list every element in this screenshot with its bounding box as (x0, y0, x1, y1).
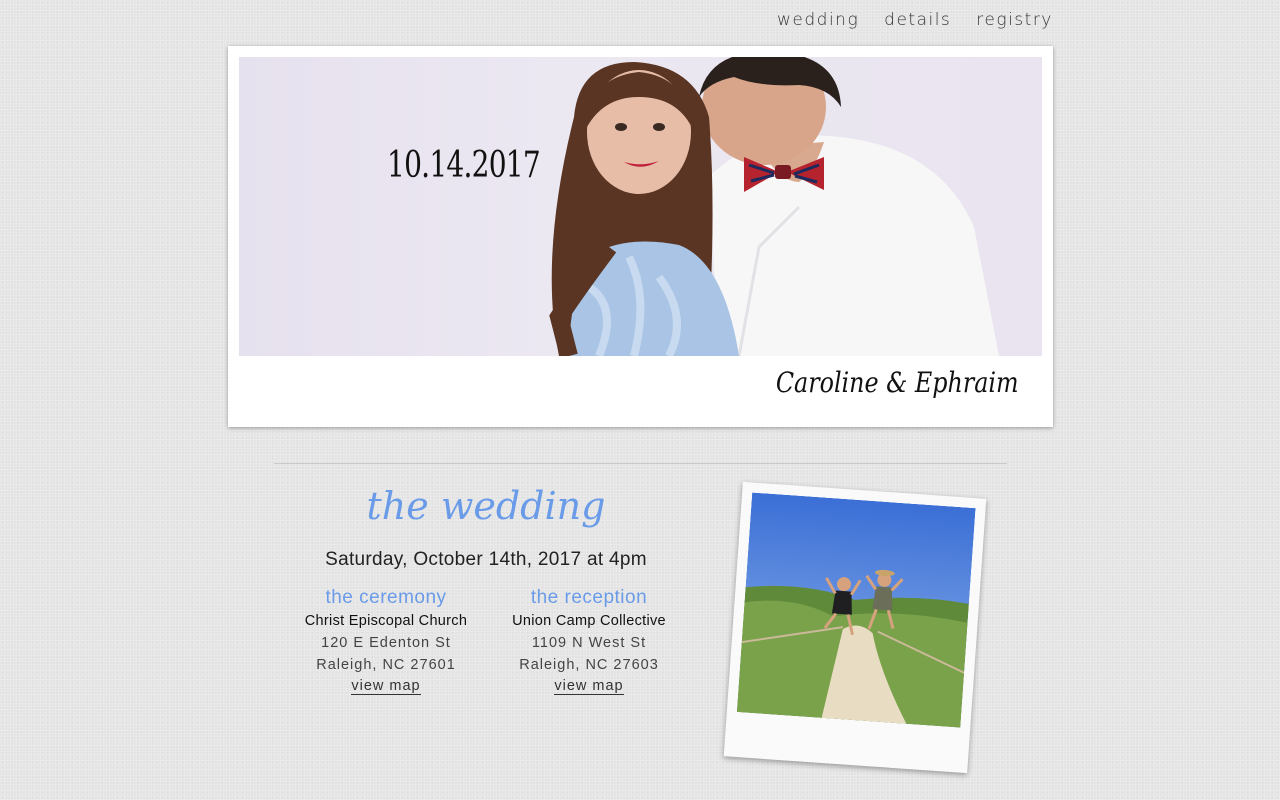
ceremony-column: the ceremony Christ Episcopal Church 120… (286, 587, 486, 695)
reception-view-map-link[interactable]: view map (554, 678, 624, 695)
ceremony-view-map-link[interactable]: view map (351, 678, 421, 695)
ceremony-heading: the ceremony (325, 587, 447, 608)
polaroid-photo (723, 481, 987, 774)
reception-venue: Union Camp Collective (512, 613, 666, 629)
beach-photo (736, 492, 976, 728)
reception-heading: the reception (530, 587, 648, 608)
nav-link-details[interactable]: details (884, 10, 951, 30)
ceremony-city: Raleigh, NC 27601 (316, 657, 456, 673)
section-divider (274, 463, 1007, 464)
top-nav: wedding details registry (777, 10, 1053, 30)
reception-street: 1109 N West St (531, 635, 647, 651)
wedding-section-title: the wedding (366, 484, 606, 528)
couple-names: Caroline & Ephraim (776, 366, 1019, 399)
ceremony-street: 120 E Edenton St (321, 635, 451, 651)
wedding-datetime: Saturday, October 14th, 2017 at 4pm (325, 549, 647, 570)
hero-card: 10.14.2017 Caroline & Ephraim (228, 46, 1053, 427)
ceremony-venue: Christ Episcopal Church (304, 613, 468, 629)
nav-link-registry[interactable]: registry (976, 10, 1053, 30)
couple-illustration (549, 57, 999, 356)
reception-column: the reception Union Camp Collective 1109… (489, 587, 689, 695)
wedding-date: 10.14.2017 (387, 145, 541, 186)
couple-photo: 10.14.2017 (239, 57, 1042, 356)
reception-city: Raleigh, NC 27603 (519, 657, 659, 673)
beach-illustration (736, 492, 976, 728)
nav-link-wedding[interactable]: wedding (777, 10, 859, 30)
